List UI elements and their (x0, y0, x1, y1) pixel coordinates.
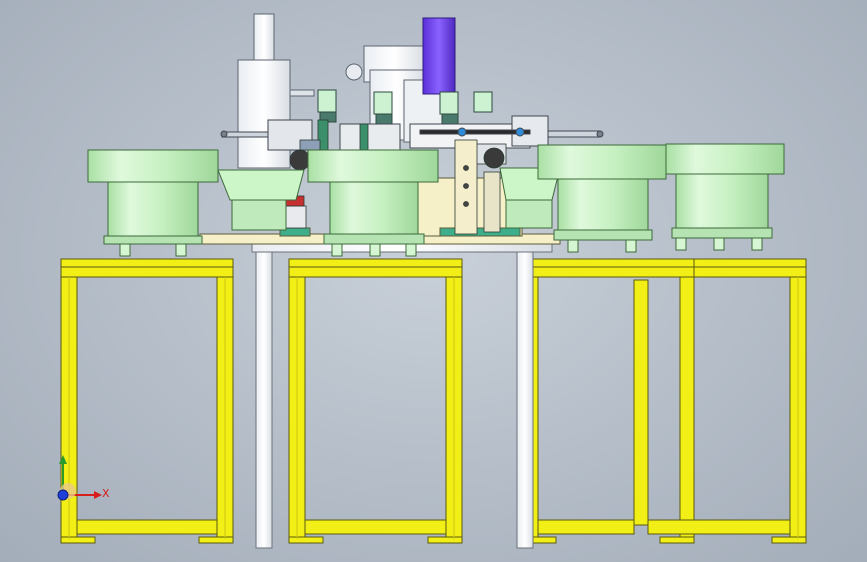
frame-right[interactable] (521, 258, 807, 544)
triad-x-arrow (94, 491, 102, 499)
cad-viewport[interactable]: X (0, 0, 867, 562)
vibratory-bowl-3[interactable] (537, 144, 667, 253)
frame-center[interactable] (288, 258, 463, 544)
vibratory-bowl-2[interactable] (307, 149, 439, 257)
machine-assembly-model[interactable] (0, 0, 867, 562)
purple-cylinder[interactable] (422, 17, 456, 95)
frame-left[interactable] (60, 258, 234, 544)
vibratory-bowl-4[interactable] (665, 143, 785, 251)
triad-origin (57, 489, 69, 501)
triad-x-label: X (102, 487, 110, 500)
vibratory-bowl-1[interactable] (87, 149, 219, 257)
